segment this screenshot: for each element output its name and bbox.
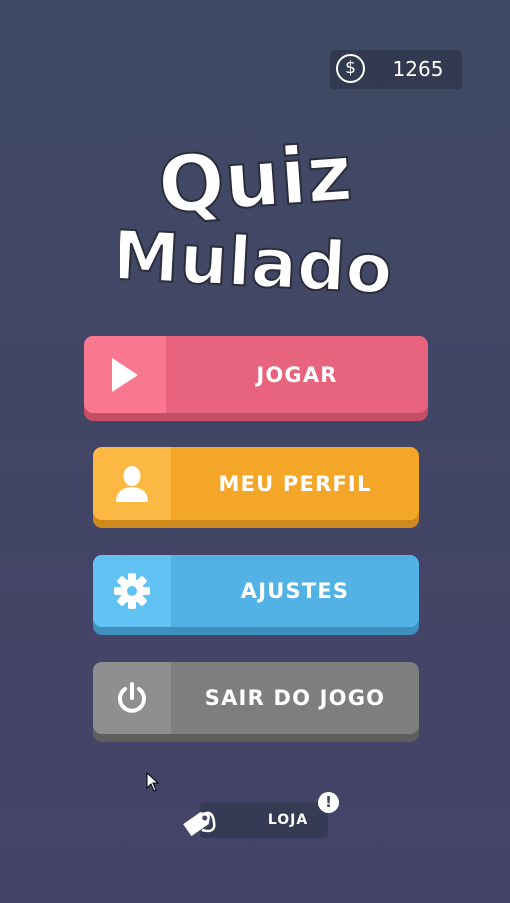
gear-icon-area bbox=[93, 555, 171, 627]
settings-button[interactable]: AJUSTES bbox=[93, 555, 419, 635]
gear-icon bbox=[114, 573, 150, 609]
quit-button[interactable]: SAIR DO JOGO bbox=[93, 662, 419, 742]
shop-button[interactable]: LOJA ! bbox=[178, 792, 339, 840]
shop-tag-icon bbox=[181, 810, 216, 839]
play-icon bbox=[112, 357, 138, 392]
settings-button-label: AJUSTES bbox=[240, 579, 350, 603]
profile-button[interactable]: MEU PERFIL bbox=[93, 447, 419, 528]
coin-amount: 1265 bbox=[392, 57, 444, 81]
quit-button-label: SAIR DO JOGO bbox=[204, 686, 386, 710]
game-logo: Quiz Mulado bbox=[109, 118, 395, 311]
mouse-cursor-icon bbox=[146, 772, 160, 792]
power-icon-area bbox=[93, 662, 171, 734]
shop-alert-badge: ! bbox=[318, 792, 339, 813]
play-button-label: JOGAR bbox=[256, 362, 338, 387]
user-icon-area bbox=[93, 447, 171, 520]
power-icon bbox=[118, 682, 146, 713]
logo-line-2: Mulado bbox=[120, 217, 390, 303]
dollar-coin-icon: $ bbox=[336, 54, 365, 83]
coin-balance: $ 1265 bbox=[330, 50, 462, 89]
play-icon-area bbox=[84, 336, 166, 413]
user-icon bbox=[116, 465, 148, 502]
profile-button-label: MEU PERFIL bbox=[218, 471, 372, 496]
play-button[interactable]: JOGAR bbox=[84, 336, 428, 421]
logo-line-1: Quiz bbox=[155, 128, 355, 231]
